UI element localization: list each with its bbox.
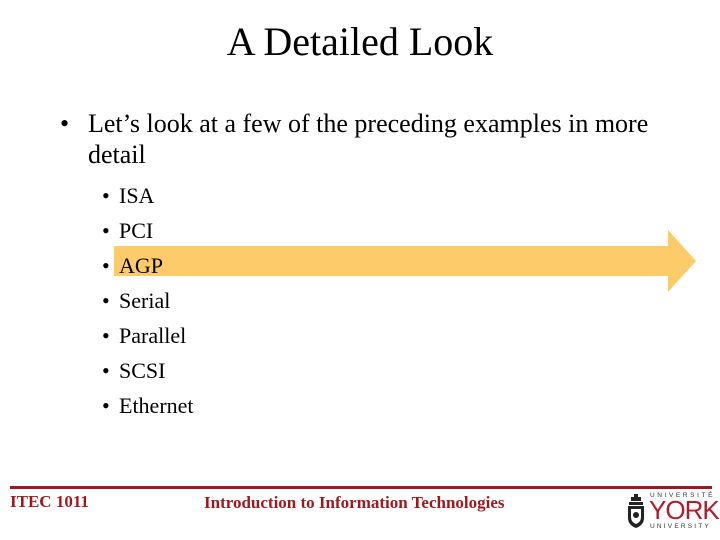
bullet-marker: • xyxy=(102,393,110,418)
logo-bottom-text: UNIVERSITY xyxy=(650,523,712,530)
arrow-shape xyxy=(114,230,696,292)
crest-icon xyxy=(628,494,644,528)
main-bullet-text: Let’s look at a few of the preceding exa… xyxy=(88,109,649,169)
list-item-label: Serial xyxy=(119,288,171,313)
list-item-label: PCI xyxy=(119,218,154,243)
list-item-label: Parallel xyxy=(119,323,187,348)
course-title: Introduction to Information Technologies xyxy=(204,493,505,512)
bullet-marker: • xyxy=(102,253,110,278)
footer-divider xyxy=(10,486,712,489)
bullet-marker: • xyxy=(102,218,110,243)
list-item-label: ISA xyxy=(119,183,155,208)
list-item-label: SCSI xyxy=(119,358,166,383)
bullet-marker: • xyxy=(102,323,110,348)
bullet-marker: • xyxy=(102,183,110,208)
list-item-label: Ethernet xyxy=(119,393,194,418)
bullet-marker: • xyxy=(102,358,110,383)
bullet-marker: • xyxy=(60,109,70,138)
york-university-logo: UNIVERSITÉ YORK UNIVERSITY xyxy=(624,492,720,532)
bullet-marker: • xyxy=(102,288,110,313)
slide-title: A Detailed Look xyxy=(226,19,494,64)
highlight-arrow xyxy=(114,230,696,292)
course-code: ITEC 1011 xyxy=(10,492,89,511)
list-item-label: AGP xyxy=(119,253,164,278)
logo-main-text: YORK xyxy=(649,495,720,525)
